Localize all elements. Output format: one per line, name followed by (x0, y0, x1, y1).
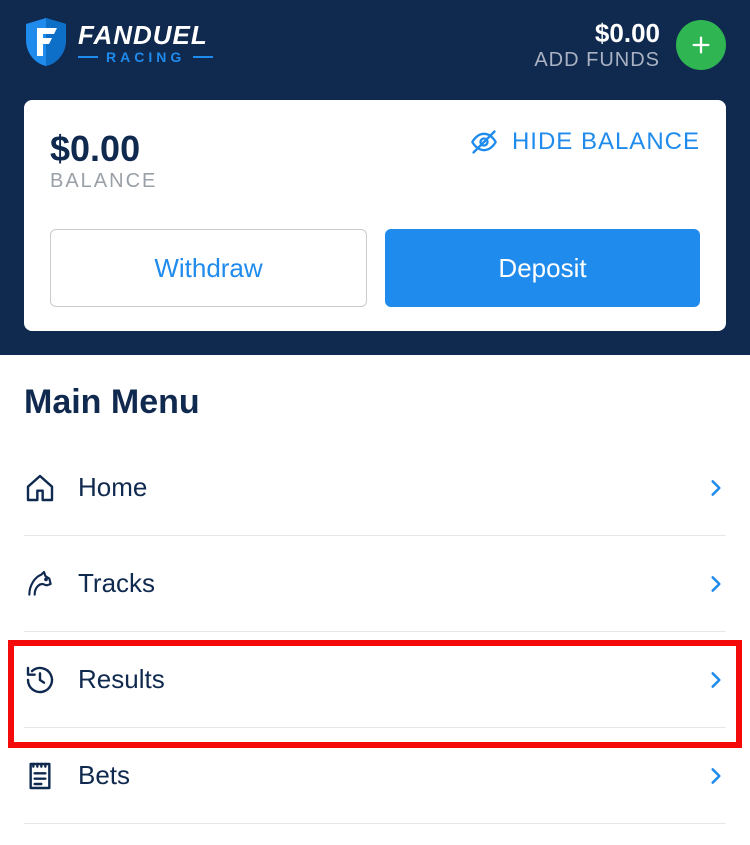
brand-subtitle-row: RACING (78, 49, 213, 65)
hide-balance-button[interactable]: HIDE BALANCE (470, 128, 700, 156)
add-funds-label: ADD FUNDS (534, 49, 660, 72)
chevron-right-icon (706, 474, 726, 502)
eye-off-icon (470, 128, 498, 156)
menu-list: Home Tracks Results (24, 440, 726, 824)
main-section: Main Menu Home Tracks (0, 355, 750, 824)
balance-card-top: $0.00 BALANCE HIDE BALANCE (50, 128, 700, 193)
balance-amount: $0.00 (50, 128, 157, 170)
add-funds-button[interactable] (676, 20, 726, 70)
history-icon (24, 664, 56, 696)
fanduel-shield-icon (24, 18, 68, 66)
funds-block[interactable]: $0.00 ADD FUNDS (534, 18, 660, 72)
divider-line (78, 56, 98, 58)
deposit-button[interactable]: Deposit (385, 229, 700, 307)
menu-label: Tracks (78, 568, 706, 599)
chevron-right-icon (706, 666, 726, 694)
balance-left: $0.00 BALANCE (50, 128, 157, 193)
menu-label: Bets (78, 760, 706, 791)
hide-balance-label: HIDE BALANCE (512, 128, 700, 156)
header-top: FANDUEL RACING $0.00 ADD FUNDS (24, 18, 726, 72)
home-icon (24, 472, 56, 504)
menu-label: Results (78, 664, 706, 695)
withdraw-button[interactable]: Withdraw (50, 229, 367, 307)
brand-logo[interactable]: FANDUEL RACING (24, 18, 213, 66)
app-header: FANDUEL RACING $0.00 ADD FUNDS (0, 0, 750, 355)
plus-icon (690, 34, 712, 56)
brand-name: FANDUEL (78, 20, 213, 51)
ticket-list-icon (24, 760, 56, 792)
menu-item-tracks[interactable]: Tracks (24, 536, 726, 632)
brand-subtitle: RACING (106, 49, 185, 65)
brand-text: FANDUEL RACING (78, 20, 213, 65)
deposit-label: Deposit (498, 253, 586, 284)
main-menu-title: Main Menu (24, 383, 726, 422)
header-right: $0.00 ADD FUNDS (534, 18, 726, 72)
divider-line (193, 56, 213, 58)
balance-caption: BALANCE (50, 170, 157, 193)
chevron-right-icon (706, 570, 726, 598)
balance-card: $0.00 BALANCE HIDE BALANCE Withdraw Depo… (24, 100, 726, 331)
balance-buttons: Withdraw Deposit (50, 229, 700, 307)
horse-icon (24, 568, 56, 600)
menu-item-home[interactable]: Home (24, 440, 726, 536)
chevron-right-icon (706, 762, 726, 790)
menu-item-bets[interactable]: Bets (24, 728, 726, 824)
menu-label: Home (78, 472, 706, 503)
withdraw-label: Withdraw (154, 253, 262, 284)
menu-item-results[interactable]: Results (24, 632, 726, 728)
header-balance-amount: $0.00 (534, 18, 660, 49)
